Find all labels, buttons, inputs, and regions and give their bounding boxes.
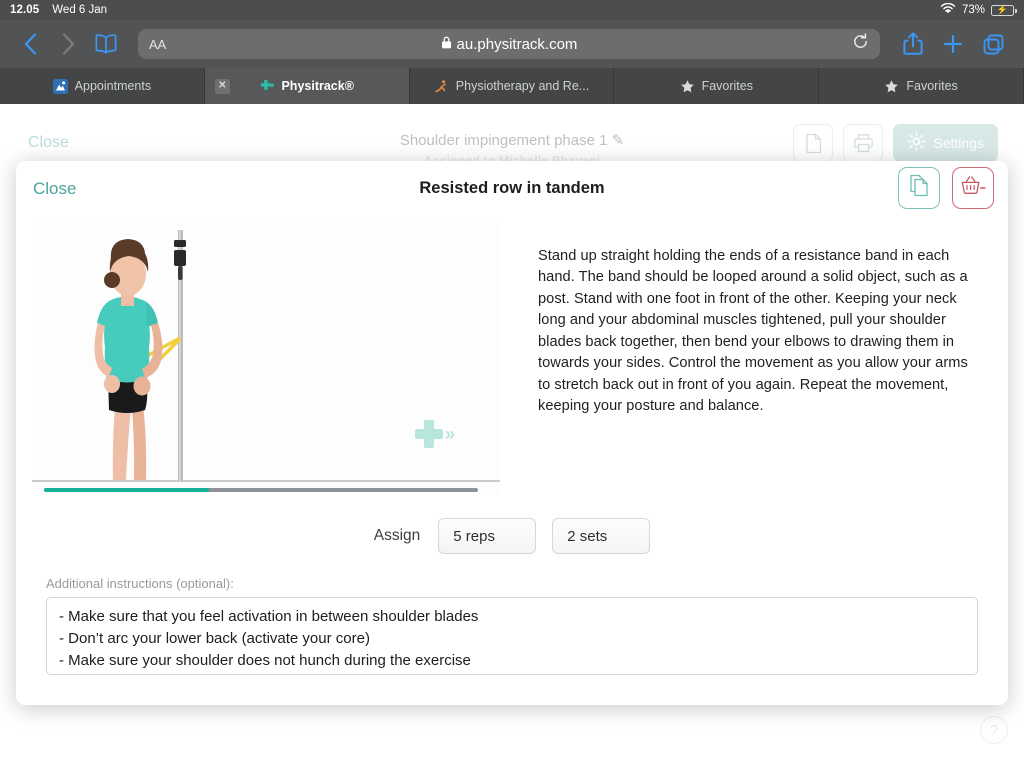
- battery-icon: ⚡: [991, 4, 1017, 16]
- wifi-icon: [940, 2, 956, 18]
- tab-appointments[interactable]: Appointments: [0, 68, 205, 104]
- appointments-favicon: [52, 78, 68, 94]
- ios-status-bar: 12.05 Wed 6 Jan 73% ⚡: [0, 0, 1024, 20]
- video-progress-bar[interactable]: [44, 488, 478, 492]
- modal-body: » Stand up straight holding the ends of …: [16, 218, 1008, 496]
- back-button[interactable]: [12, 26, 48, 62]
- remove-exercise-button[interactable]: [952, 167, 994, 209]
- question-mark-icon: ?: [989, 721, 999, 739]
- exercise-video[interactable]: »: [32, 218, 500, 496]
- share-icon[interactable]: [894, 25, 932, 63]
- exercise-detail-modal: Close Resisted row in tandem » Stand up …: [16, 161, 1008, 705]
- settings-button[interactable]: Settings: [893, 124, 998, 162]
- modal-title: Resisted row in tandem: [419, 179, 605, 197]
- tab-label: Appointments: [74, 79, 152, 93]
- tab-physitrack[interactable]: ✕ Physitrack®: [204, 68, 410, 104]
- export-document-button[interactable]: [793, 124, 834, 162]
- tab-favorites-1[interactable]: Favorites: [614, 68, 820, 104]
- lock-icon: [441, 36, 452, 53]
- status-date: Wed 6 Jan: [52, 4, 108, 16]
- modal-actions: [898, 167, 994, 209]
- exercise-description: Stand up straight holding the ends of a …: [538, 248, 968, 415]
- tab-favorites-2[interactable]: Favorites: [819, 68, 1024, 104]
- copy-document-icon: [909, 174, 930, 202]
- star-icon: [884, 79, 899, 94]
- tab-label: Physiotherapy and Re...: [455, 79, 590, 93]
- status-time: 12.05: [10, 4, 40, 16]
- battery-percent: 73%: [961, 4, 985, 16]
- physitrack-cross-favicon: [259, 79, 275, 94]
- help-button[interactable]: ?: [980, 716, 1008, 744]
- physitrack-cross-watermark: »: [414, 420, 455, 448]
- new-tab-icon[interactable]: [934, 25, 972, 63]
- tab-label: Favorites: [906, 79, 958, 93]
- bookmarks-button[interactable]: [88, 26, 124, 62]
- duplicate-exercise-button[interactable]: [898, 167, 940, 209]
- browser-toolbar: AA au.physitrack.com: [0, 20, 1024, 68]
- settings-label: Settings: [933, 135, 984, 151]
- additional-instructions-label: Additional instructions (optional):: [46, 576, 234, 591]
- tab-strip: Appointments ✕ Physitrack® Physiotherapy: [0, 68, 1024, 104]
- physio-runner-favicon: [434, 79, 449, 94]
- tab-label: Favorites: [701, 79, 753, 93]
- tab-physiotherapy[interactable]: Physiotherapy and Re...: [410, 68, 615, 104]
- page-header-actions: Settings: [793, 124, 998, 162]
- close-icon[interactable]: ✕: [214, 78, 230, 94]
- url-text: au.physitrack.com: [456, 35, 578, 53]
- print-button[interactable]: [843, 124, 884, 162]
- additional-instructions-input[interactable]: - Make sure that you feel activation in …: [46, 597, 978, 675]
- exercise-illustration: [32, 218, 500, 496]
- forward-button[interactable]: [50, 26, 86, 62]
- url-display: au.physitrack.com: [138, 36, 880, 53]
- video-progress-fill: [44, 488, 209, 492]
- additional-instructions-section: Additional instructions (optional): - Ma…: [16, 576, 1008, 675]
- screen: 12.05 Wed 6 Jan 73% ⚡ AA au.physitrack.c…: [0, 0, 1024, 768]
- reps-field[interactable]: 5 reps: [438, 518, 537, 554]
- basket-minus-icon: [961, 175, 986, 201]
- gear-icon: [907, 132, 927, 154]
- sets-field[interactable]: 2 sets: [552, 518, 651, 554]
- assign-label: Assign: [373, 527, 421, 544]
- modal-header: Close Resisted row in tandem: [16, 161, 1008, 218]
- address-bar[interactable]: AA au.physitrack.com: [138, 29, 880, 59]
- assign-row: Assign 5 reps 2 sets: [16, 518, 1008, 554]
- tabs-overview-icon[interactable]: [974, 25, 1012, 63]
- tab-label: Physitrack®: [281, 79, 354, 93]
- star-icon: [680, 79, 695, 94]
